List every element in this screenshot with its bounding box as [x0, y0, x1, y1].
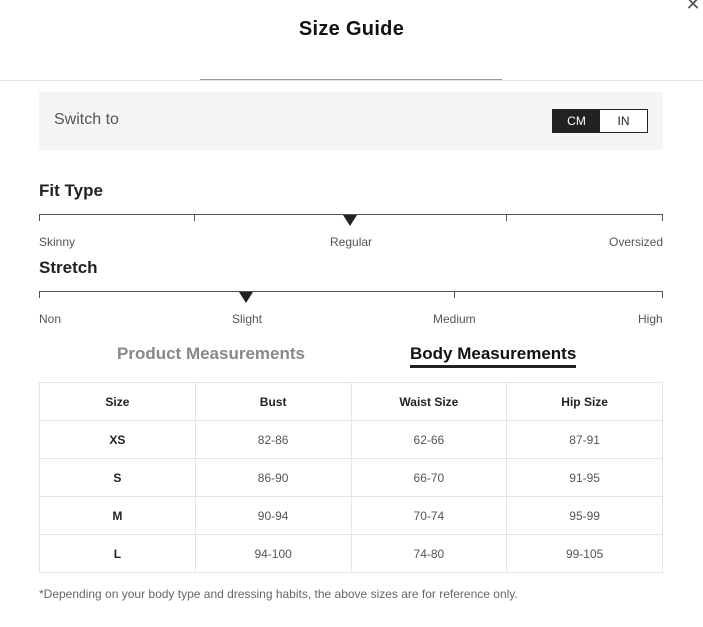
scale-tick [506, 214, 507, 221]
stretch-title: Stretch [39, 258, 98, 277]
scale-tick [662, 214, 663, 221]
scale-tick [39, 291, 40, 298]
unit-toggle[interactable]: CM IN [552, 109, 648, 133]
scale-tick [194, 214, 195, 221]
cell-hip: 91-95 [506, 458, 663, 497]
cell-size: L [39, 534, 196, 573]
cell-bust: 82-86 [194, 420, 352, 459]
header-waist: Waist Size [350, 382, 508, 421]
cell-size: XS [39, 420, 196, 459]
tab-product-measurements[interactable]: Product Measurements [117, 344, 305, 364]
header-bust: Bust [194, 382, 352, 421]
fit-label-skinny: Skinny [39, 235, 76, 249]
table-row: M 90-94 70-74 95-99 [39, 496, 663, 535]
header-size: Size [39, 382, 196, 421]
size-table: Size Bust Waist Size Hip Size XS 82-86 6… [39, 382, 663, 573]
fit-type-marker [343, 215, 357, 226]
tab-body-measurements[interactable]: Body Measurements [410, 344, 577, 368]
fit-label-oversized: Oversized [609, 235, 664, 249]
cell-bust: 94-100 [194, 534, 352, 573]
stretch-label-medium: Medium [433, 312, 476, 326]
header-divider-accent [200, 79, 502, 80]
fit-type-scale [39, 214, 663, 226]
stretch-marker [239, 292, 253, 303]
scale-tick [662, 291, 663, 298]
fit-type-title: Fit Type [39, 181, 103, 200]
footnote: *Depending on your body type and dressin… [39, 587, 518, 601]
cell-waist: 66-70 [350, 458, 508, 497]
scale-tick [39, 214, 40, 221]
header-hip: Hip Size [506, 382, 663, 421]
cell-hip: 87-91 [506, 420, 663, 459]
cell-hip: 95-99 [506, 496, 663, 535]
cell-hip: 99-105 [506, 534, 663, 573]
unit-cm-button[interactable]: CM [553, 110, 600, 132]
unit-switch-bar: Switch to CM IN [39, 92, 663, 150]
cell-size: S [39, 458, 196, 497]
switch-label: Switch to [54, 111, 119, 128]
header-divider [0, 80, 703, 81]
table-row: XS 82-86 62-66 87-91 [39, 420, 663, 459]
table-row: S 86-90 66-70 91-95 [39, 458, 663, 497]
stretch-scale [39, 291, 663, 303]
scale-line [39, 291, 663, 292]
stretch-label-non: Non [39, 312, 62, 326]
cell-size: M [39, 496, 196, 535]
cell-bust: 86-90 [194, 458, 352, 497]
page-title: Size Guide [298, 18, 405, 40]
table-row: L 94-100 74-80 99-105 [39, 534, 663, 573]
cell-waist: 62-66 [350, 420, 508, 459]
cell-bust: 90-94 [194, 496, 352, 535]
stretch-label-high: High [638, 312, 663, 326]
unit-in-button[interactable]: IN [600, 110, 647, 132]
cell-waist: 74-80 [350, 534, 508, 573]
close-icon[interactable]: ✕ [683, 0, 703, 14]
cell-waist: 70-74 [350, 496, 508, 535]
scale-tick [454, 291, 455, 298]
table-header-row: Size Bust Waist Size Hip Size [39, 382, 663, 421]
stretch-label-slight: Slight [232, 312, 263, 326]
fit-label-regular: Regular [330, 235, 373, 249]
